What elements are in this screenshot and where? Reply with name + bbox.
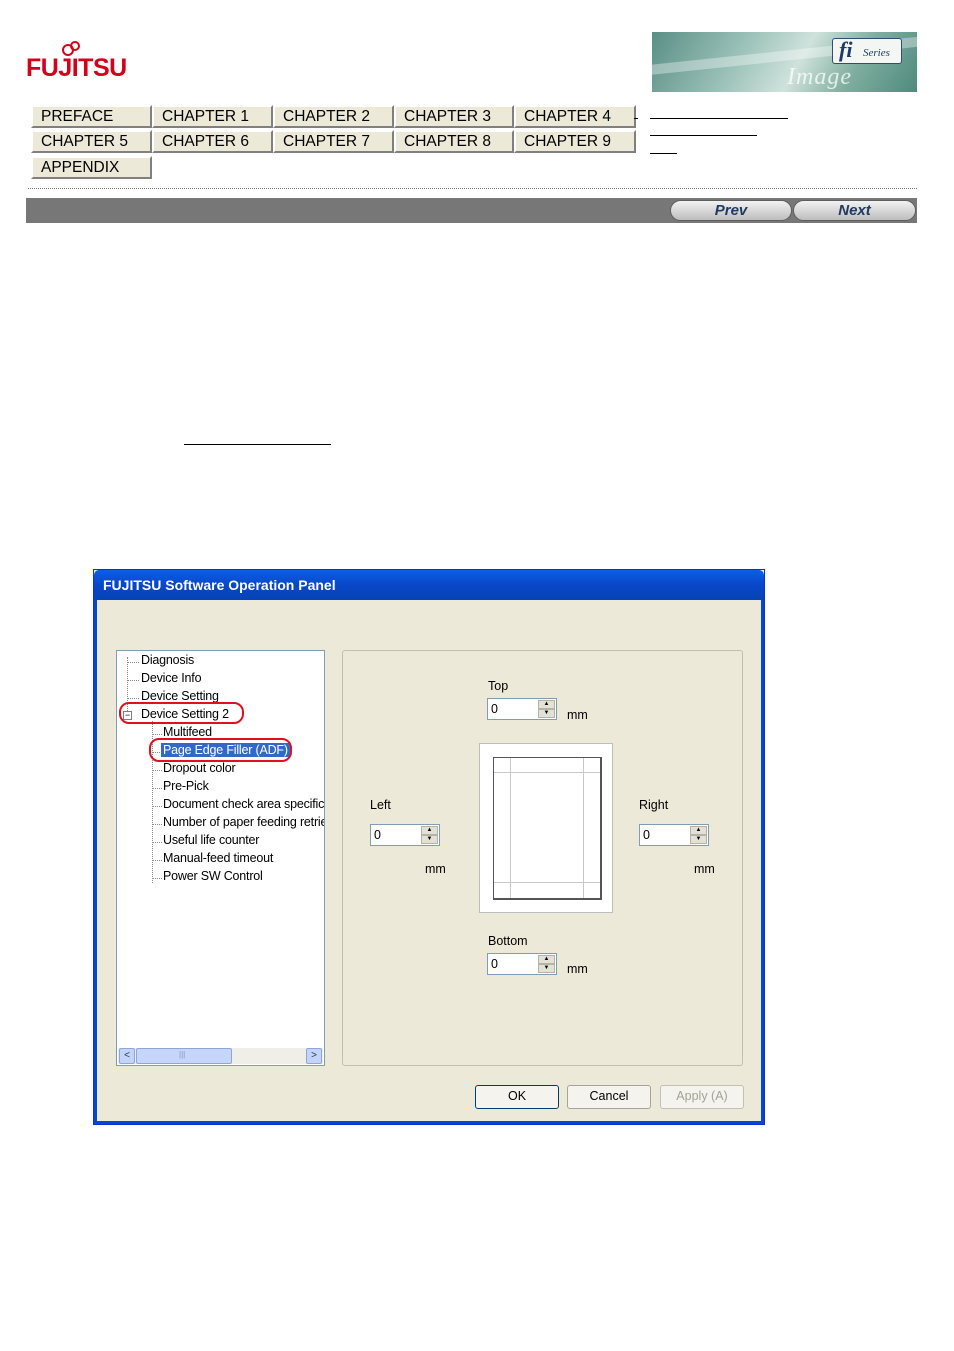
tree-line: [152, 842, 162, 843]
nav-chapter-3[interactable]: CHAPTER 3: [394, 105, 514, 128]
fi-series-badge: fi Series: [832, 37, 902, 64]
left-spinbox[interactable]: 0 ▲ ▼: [370, 824, 440, 846]
page-edge-filler-panel: Top 0 ▲ ▼ mm Left 0 ▲ ▼ mm Right 0 ▲ ▼ m…: [342, 650, 743, 1066]
nav-chapter-4[interactable]: CHAPTER 4: [514, 105, 636, 128]
right-label: Right: [639, 798, 669, 812]
banner-series: Series: [863, 47, 890, 59]
spin-down-icon[interactable]: ▼: [421, 835, 438, 844]
tree-line: [127, 662, 139, 663]
next-button[interactable]: Next: [793, 200, 916, 221]
tree-line: [152, 752, 160, 753]
top-spinbox[interactable]: 0 ▲ ▼: [487, 698, 557, 720]
side-link-2[interactable]: [650, 135, 757, 136]
tree-item-device-setting-2[interactable]: Device Setting 2: [141, 707, 229, 721]
nav-chapter-1[interactable]: CHAPTER 1: [152, 105, 273, 128]
nav-chapter-2[interactable]: CHAPTER 2: [273, 105, 394, 128]
preview-sheet: [493, 757, 602, 900]
spin-up-icon[interactable]: ▲: [538, 700, 555, 709]
tree-horizontal-scrollbar[interactable]: < ||| >: [118, 1048, 323, 1064]
tree-item-page-edge-filler[interactable]: Page Edge Filler (ADF): [161, 743, 290, 757]
tree-line: [152, 860, 162, 861]
spin-up-icon[interactable]: ▲: [421, 826, 438, 835]
spin-down-icon[interactable]: ▼: [538, 964, 555, 973]
scroll-thumb[interactable]: |||: [136, 1048, 232, 1064]
prev-button[interactable]: Prev: [670, 200, 792, 221]
tree-line: [152, 878, 162, 879]
body-link[interactable]: [184, 444, 331, 445]
side-link-1[interactable]: [650, 118, 788, 119]
preview-guide: [510, 758, 511, 898]
tree-item-pre-pick[interactable]: Pre-Pick: [163, 779, 209, 793]
spin-down-icon[interactable]: ▼: [538, 709, 555, 718]
tree-line: [152, 770, 162, 771]
spin-down-icon[interactable]: ▼: [690, 835, 707, 844]
bottom-value: 0: [491, 957, 498, 971]
left-label: Left: [370, 798, 391, 812]
bottom-label: Bottom: [488, 934, 528, 948]
tree-line: [152, 721, 153, 883]
nav-chapter-5[interactable]: CHAPTER 5: [31, 130, 152, 153]
tree-item-manual-feed-timeout[interactable]: Manual-feed timeout: [163, 851, 273, 865]
preview-guide: [583, 758, 584, 898]
left-unit: mm: [425, 862, 446, 876]
tree-item-device-info[interactable]: Device Info: [141, 671, 202, 685]
fi-series-banner: fi Series Image Scanner: [652, 32, 917, 92]
tree-item-dropout-color[interactable]: Dropout color: [163, 761, 236, 775]
tree-item-useful-life-counter[interactable]: Useful life counter: [163, 833, 259, 847]
fujitsu-logo: FUJITSU: [26, 40, 127, 86]
page-preview: [479, 743, 613, 913]
scroll-grip-icon: |||: [179, 1050, 186, 1059]
scroll-right-arrow-icon[interactable]: >: [306, 1048, 322, 1064]
top-value: 0: [491, 702, 498, 716]
operation-panel-dialog: FUJITSU Software Operation Panel Diagnos…: [93, 569, 765, 1125]
spin-up-icon[interactable]: ▲: [538, 955, 555, 964]
spin-up-icon[interactable]: ▲: [690, 826, 707, 835]
settings-tree[interactable]: Diagnosis Device Info Device Setting − D…: [116, 650, 325, 1066]
tree-item-power-sw-control[interactable]: Power SW Control: [163, 869, 263, 883]
link-connector: [634, 118, 638, 119]
nav-preface[interactable]: PREFACE: [31, 105, 152, 128]
dialog-titlebar[interactable]: FUJITSU Software Operation Panel: [94, 570, 764, 600]
right-unit: mm: [694, 862, 715, 876]
tree-item-document-check-area[interactable]: Document check area specific: [163, 797, 324, 811]
tree-line: [152, 734, 162, 735]
divider: [28, 188, 917, 189]
nav-appendix[interactable]: APPENDIX: [31, 156, 152, 179]
bottom-spinbox[interactable]: 0 ▲ ▼: [487, 953, 557, 975]
tree-line: [152, 806, 162, 807]
tree-line: [152, 788, 162, 789]
left-value: 0: [374, 828, 381, 842]
tree-item-multifeed[interactable]: Multifeed: [163, 725, 212, 739]
tree-item-paper-feeding-retries[interactable]: Number of paper feeding retrie: [163, 815, 324, 829]
tree-line: [127, 657, 128, 717]
apply-button[interactable]: Apply (A): [660, 1085, 744, 1109]
side-link-3[interactable]: [650, 153, 677, 154]
right-spinbox[interactable]: 0 ▲ ▼: [639, 824, 709, 846]
dialog-title: FUJITSU Software Operation Panel: [103, 577, 336, 593]
tree-item-diagnosis[interactable]: Diagnosis: [141, 653, 194, 667]
ok-button[interactable]: OK: [475, 1085, 559, 1109]
collapse-icon[interactable]: −: [123, 711, 132, 720]
tree-line: [127, 680, 139, 681]
top-label: Top: [488, 679, 509, 693]
nav-chapter-6[interactable]: CHAPTER 6: [152, 130, 273, 153]
nav-chapter-8[interactable]: CHAPTER 8: [394, 130, 514, 153]
tree-item-device-setting[interactable]: Device Setting: [141, 689, 219, 703]
banner-script: Image Scanner: [787, 64, 872, 92]
right-value: 0: [643, 828, 650, 842]
nav-chapter-7[interactable]: CHAPTER 7: [273, 130, 394, 153]
cancel-button[interactable]: Cancel: [567, 1085, 651, 1109]
top-unit: mm: [567, 708, 588, 722]
tree-line: [127, 698, 139, 699]
bottom-unit: mm: [567, 962, 588, 976]
brand-name: FUJITSU: [26, 54, 127, 82]
nav-chapter-9[interactable]: CHAPTER 9: [514, 130, 636, 153]
banner-fi: fi: [839, 37, 853, 62]
scroll-left-arrow-icon[interactable]: <: [119, 1048, 135, 1064]
tree-line: [152, 824, 162, 825]
pager-bar: Prev Next: [26, 198, 917, 223]
